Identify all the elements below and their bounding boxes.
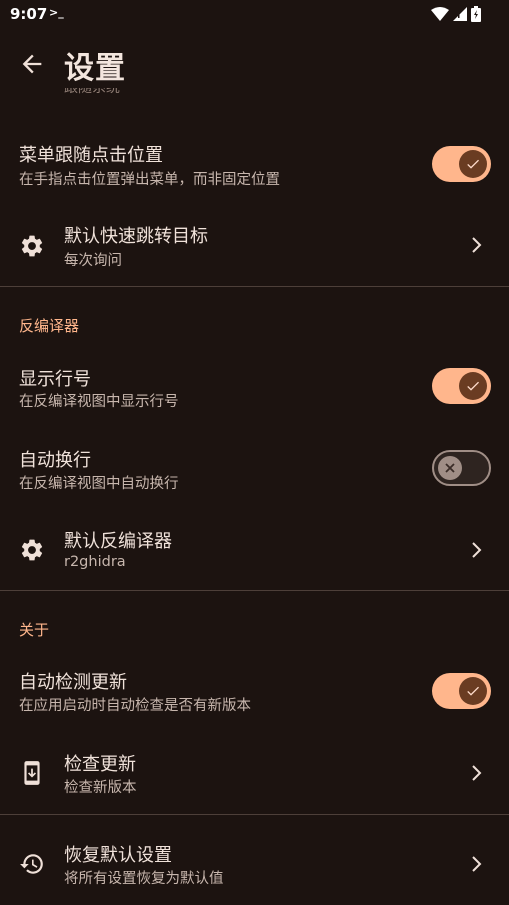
row-subtitle: 在反编译视图中自动换行 [19,476,179,492]
toggle-knob [459,150,487,178]
menu-follow-toggle[interactable] [432,146,491,182]
setting-default-jump-target[interactable]: 默认快速跳转目标 每次询问 [0,208,509,286]
gear-icon [21,235,43,257]
row-title: 恢复默认设置 [64,845,172,866]
auto-wrap-toggle[interactable] [432,450,491,486]
row-title: 默认反编译器 [64,531,172,552]
status-bar: 9:07 >_ [0,0,509,28]
row-subtitle: 将所有设置恢复为默认值 [64,871,224,887]
gear-icon [21,539,43,561]
check-icon [467,381,479,391]
row-subtitle: r2ghidra [64,554,126,570]
row-title: 菜单跟随点击位置 [19,145,163,166]
status-icons [431,6,481,22]
section-title-decompiler: 反编译器 [19,317,80,335]
terminal-icon: >_ [49,6,64,19]
section-title-about: 关于 [19,621,50,639]
row-title: 检查更新 [64,754,136,775]
divider [0,814,509,815]
scrolled-row-text: 跟随系统 [64,88,120,96]
row-title: 自动检测更新 [19,672,127,693]
row-title: 显示行号 [19,369,91,390]
setting-show-line-numbers[interactable]: 显示行号 在反编译视图中显示行号 [0,352,509,432]
battery-icon [471,6,481,22]
row-subtitle: 每次询问 [64,253,122,269]
row-title: 默认快速跳转目标 [64,226,208,247]
chevron-right-icon [472,237,482,253]
setting-default-decompiler[interactable]: 默认反编译器 r2ghidra [0,512,509,590]
chevron-right-icon [472,542,482,558]
close-icon [445,463,455,473]
back-arrow-icon[interactable] [18,50,46,78]
app-bar: 设置 [0,34,509,94]
divider [0,286,509,287]
download-icon [24,761,40,785]
row-subtitle: 在反编译视图中显示行号 [19,394,179,410]
signal-icon [453,7,467,21]
check-icon [467,159,479,169]
row-title: 自动换行 [19,450,91,471]
chevron-right-icon [472,765,482,781]
setting-restore-defaults[interactable]: 恢复默认设置 将所有设置恢复为默认值 [0,826,509,905]
row-subtitle: 在应用启动时自动检查是否有新版本 [19,698,251,714]
show-line-numbers-toggle[interactable] [432,368,491,404]
row-subtitle: 在手指点击位置弹出菜单，而非固定位置 [19,172,280,188]
wifi-icon [431,7,449,21]
toggle-knob [459,372,487,400]
toggle-knob [438,456,462,480]
setting-auto-check-update[interactable]: 自动检测更新 在应用启动时自动检查是否有新版本 [0,656,509,736]
auto-check-update-toggle[interactable] [432,673,491,709]
toggle-knob [459,677,487,705]
setting-auto-wrap[interactable]: 自动换行 在反编译视图中自动换行 [0,432,509,512]
page-title: 设置 [64,51,126,86]
setting-menu-follow-click[interactable]: 菜单跟随点击位置 在手指点击位置弹出菜单，而非固定位置 [0,128,509,208]
row-subtitle: 检查新版本 [64,780,137,796]
setting-check-update[interactable]: 检查更新 检查新版本 [0,736,509,814]
history-icon [20,854,43,874]
chevron-right-icon [472,856,482,872]
status-time: 9:07 [10,5,48,23]
divider [0,590,509,591]
check-icon [467,686,479,696]
